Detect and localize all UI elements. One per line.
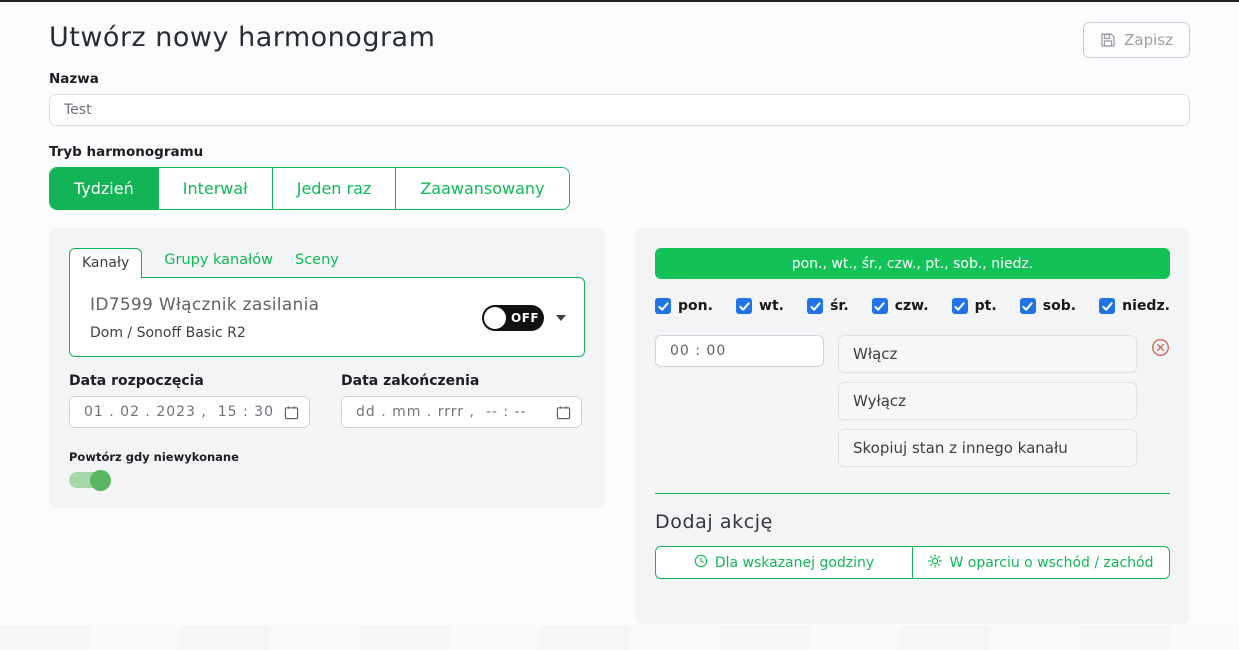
day-checkbox-wed[interactable]: śr. (807, 298, 849, 314)
week-schedule-card: pon., wt., śr., czw., pt., sob., niedz. … (635, 228, 1190, 624)
mode-tab-advanced[interactable]: Zaawansowany (395, 168, 568, 209)
day-checkbox-mon[interactable]: pon. (655, 298, 713, 314)
checkbox-checked-icon (1099, 298, 1115, 314)
days-row: pon. wt. śr. czw. pt. (655, 298, 1170, 314)
day-checkbox-tue[interactable]: wt. (736, 298, 784, 314)
time-input[interactable] (655, 335, 824, 367)
day-label: wt. (759, 298, 784, 314)
mode-tabs: Tydzień Interwał Jeden raz Zaawansowany (49, 167, 570, 210)
day-label: sob. (1043, 298, 1076, 314)
main-container: Utwórz nowy harmonogram Zapisz Nazwa Try… (0, 2, 1239, 624)
calendar-icon[interactable] (284, 405, 299, 420)
action-options: Włącz Wyłącz Skopiuj stan z innego kanał… (838, 335, 1137, 467)
day-label: pt. (975, 298, 997, 314)
add-action-sunrise-button[interactable]: W oparciu o wschód / zachód (912, 547, 1169, 578)
mode-tab-interval[interactable]: Interwał (158, 168, 272, 209)
save-button-label: Zapisz (1124, 31, 1173, 49)
toggle-knob (484, 307, 506, 329)
day-checkbox-sat[interactable]: sob. (1020, 298, 1076, 314)
tab-scenes[interactable]: Sceny (295, 252, 339, 277)
day-label: czw. (895, 298, 929, 314)
name-label: Nazwa (49, 71, 1190, 87)
cards-row: Kanały Grupy kanałów Sceny ID7599 Włączn… (49, 228, 1190, 624)
channel-state-toggle[interactable]: OFF (482, 305, 544, 331)
subject-card: Kanały Grupy kanałów Sceny ID7599 Włączn… (49, 228, 605, 508)
checkbox-checked-icon (736, 298, 752, 314)
circle-x-icon[interactable] (1151, 338, 1170, 357)
toggle-state-label: OFF (511, 311, 539, 325)
checkbox-checked-icon (1020, 298, 1036, 314)
mode-tab-once[interactable]: Jeden raz (272, 168, 396, 209)
add-action-time-label: Dla wskazanej godziny (715, 555, 874, 571)
add-action-title: Dodaj akcję (655, 511, 1170, 533)
chevron-down-icon[interactable] (556, 315, 566, 321)
channel-info: ID7599 Włącznik zasilania Dom / Sonoff B… (90, 295, 319, 341)
retry-toggle-knob (90, 470, 111, 491)
sun-icon (928, 554, 942, 572)
action-copy-state-button[interactable]: Skopiuj stan z innego kanału (838, 429, 1137, 467)
tab-channels[interactable]: Kanały (69, 248, 142, 278)
end-date-field: Data zakończenia (341, 373, 582, 428)
mode-label: Tryb harmonogramu (49, 144, 1190, 160)
mode-tab-week[interactable]: Tydzień (50, 168, 158, 209)
action-turn-off-button[interactable]: Wyłącz (838, 382, 1137, 420)
channel-controls: OFF (482, 305, 566, 331)
day-checkbox-thu[interactable]: czw. (872, 298, 929, 314)
retry-label: Powtórz gdy niewykonane (69, 450, 585, 464)
floppy-disk-icon (1100, 32, 1116, 48)
start-date-input[interactable] (84, 404, 284, 420)
end-date-input-wrap (341, 396, 582, 428)
retry-toggle[interactable] (69, 472, 109, 488)
selected-days-summary[interactable]: pon., wt., śr., czw., pt., sob., niedz. (655, 248, 1170, 279)
checkbox-checked-icon (655, 298, 671, 314)
day-label: niedz. (1122, 298, 1170, 314)
action-turn-on-button[interactable]: Włącz (838, 335, 1137, 373)
subject-tabs: Kanały Grupy kanałów Sceny (69, 248, 585, 277)
save-button[interactable]: Zapisz (1083, 22, 1190, 58)
start-date-input-wrap (69, 396, 310, 428)
divider (655, 493, 1170, 494)
checkbox-checked-icon (872, 298, 888, 314)
calendar-icon[interactable] (556, 405, 571, 420)
channel-location: Dom / Sonoff Basic R2 (90, 325, 319, 341)
end-date-input[interactable] (356, 404, 556, 420)
checkbox-checked-icon (952, 298, 968, 314)
action-row: Włącz Wyłącz Skopiuj stan z innego kanał… (655, 335, 1170, 467)
day-checkbox-fri[interactable]: pt. (952, 298, 997, 314)
tab-channel-groups[interactable]: Grupy kanałów (164, 252, 273, 277)
day-checkbox-sun[interactable]: niedz. (1099, 298, 1170, 314)
name-input[interactable] (49, 94, 1190, 126)
start-date-field: Data rozpoczęcia (69, 373, 310, 428)
add-action-buttons: Dla wskazanej godziny W oparciu o wschód… (655, 546, 1170, 579)
selected-channel-card[interactable]: ID7599 Włącznik zasilania Dom / Sonoff B… (69, 277, 585, 357)
page-header: Utwórz nowy harmonogram Zapisz (49, 22, 1190, 58)
add-action-sunrise-label: W oparciu o wschód / zachód (949, 555, 1153, 571)
page-title: Utwórz nowy harmonogram (49, 22, 435, 53)
clock-icon (694, 554, 708, 572)
day-label: pon. (678, 298, 713, 314)
checkbox-checked-icon (807, 298, 823, 314)
end-date-label: Data zakończenia (341, 373, 582, 389)
day-label: śr. (830, 298, 849, 314)
channel-caption: ID7599 Włącznik zasilania (90, 295, 319, 315)
add-action-time-button[interactable]: Dla wskazanej godziny (656, 547, 912, 578)
start-date-label: Data rozpoczęcia (69, 373, 310, 389)
delete-action-wrap (1151, 335, 1170, 467)
footer-strip (0, 624, 1239, 650)
dates-row: Data rozpoczęcia Data zakończenia (69, 373, 585, 428)
